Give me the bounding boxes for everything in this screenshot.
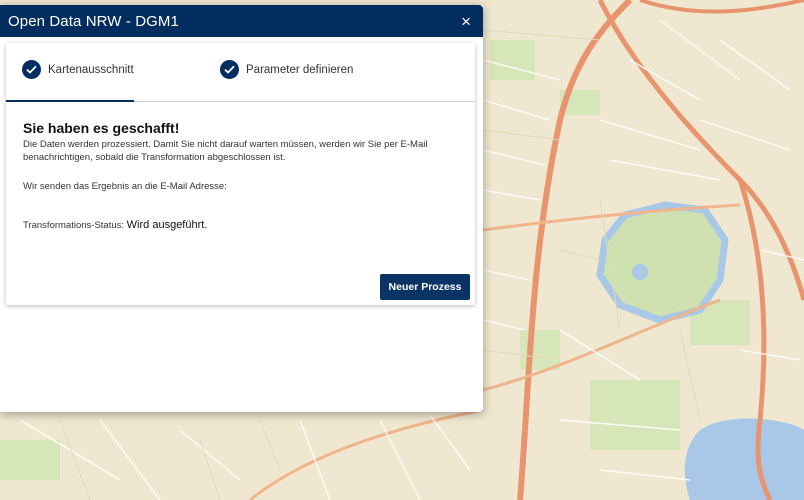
step-parameter-definieren[interactable]: Parameter definieren [220, 60, 353, 79]
success-heading: Sie haben es geschafft! [23, 120, 180, 136]
wizard-steps: Kartenausschnitt Parameter definieren [6, 43, 475, 102]
step-progress-indicator [6, 100, 134, 102]
step-label: Kartenausschnitt [48, 63, 134, 76]
status-line: Transformations-Status: Wird ausgeführt. [23, 219, 458, 231]
check-icon [220, 60, 239, 79]
result-description: Die Daten werden prozessiert. Damit Sie … [23, 139, 428, 163]
email-line: Wir senden das Ergebnis an die E-Mail Ad… [23, 181, 227, 192]
check-icon [22, 60, 41, 79]
dialog: Open Data NRW - DGM1 × Kartenausschnitt … [0, 5, 483, 412]
close-icon[interactable]: × [459, 11, 473, 32]
step-kartenausschnitt[interactable]: Kartenausschnitt [22, 60, 134, 79]
status-label: Transformations-Status: [23, 220, 125, 231]
result-content: Sie haben es geschafft! Die Daten werden… [6, 102, 475, 231]
step-label: Parameter definieren [246, 63, 354, 76]
dialog-titlebar: Open Data NRW - DGM1 × [0, 5, 483, 37]
status-value: Wird ausgeführt. [126, 219, 208, 231]
dialog-title: Open Data NRW - DGM1 [8, 12, 179, 30]
new-process-button[interactable]: Neuer Prozess [380, 274, 470, 300]
wizard-card: Kartenausschnitt Parameter definieren Si… [6, 43, 475, 305]
